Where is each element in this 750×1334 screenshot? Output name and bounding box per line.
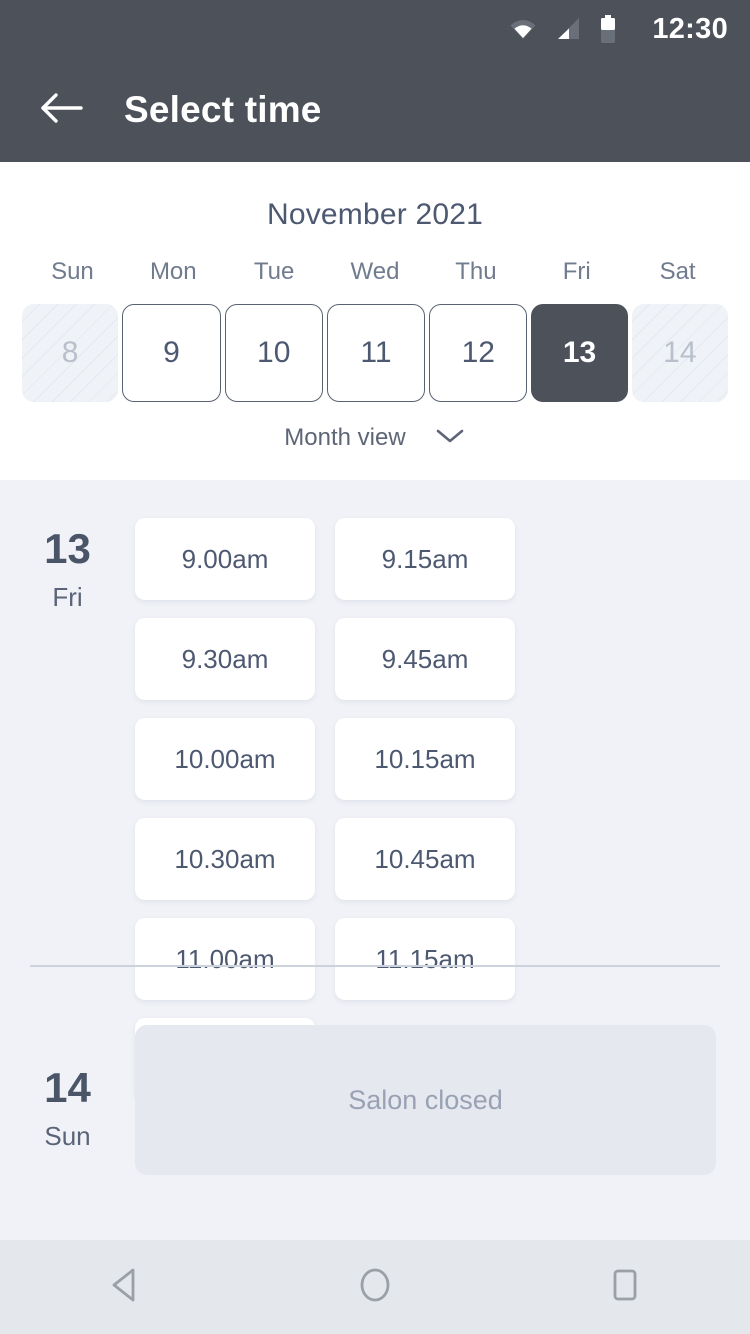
slot-grid: 9.00am 9.15am 9.30am 9.45am 10.00am 10.1… bbox=[135, 480, 750, 1118]
weekday-label: Fri bbox=[562, 258, 591, 285]
time-slot-button[interactable]: 9.30am bbox=[135, 618, 315, 700]
status-time: 12:30 bbox=[652, 12, 728, 45]
calendar-day-cell: 14 bbox=[631, 304, 728, 402]
time-slot-button[interactable]: 11.15am bbox=[335, 918, 515, 1000]
page-title: Select time bbox=[124, 89, 322, 130]
nav-recents-button[interactable] bbox=[570, 1240, 680, 1334]
status-bar: 12:30 bbox=[0, 0, 750, 58]
triangle-back-icon bbox=[108, 1266, 142, 1309]
calendar-day-cell[interactable]: 9 bbox=[122, 304, 221, 402]
time-slot-button[interactable]: 9.15am bbox=[335, 518, 515, 600]
month-view-toggle[interactable]: Month view bbox=[0, 424, 750, 452]
nav-back-button[interactable] bbox=[70, 1240, 180, 1334]
time-slot-button[interactable]: 10.15am bbox=[335, 718, 515, 800]
time-slot-button[interactable]: 9.00am bbox=[135, 518, 315, 600]
weekday-label: Mon bbox=[149, 258, 197, 285]
square-recents-icon bbox=[608, 1266, 642, 1309]
android-nav-bar bbox=[0, 1240, 750, 1334]
calendar-day-cell-selected[interactable]: 13 bbox=[531, 304, 628, 402]
time-slot-button[interactable]: 10.30am bbox=[135, 818, 315, 900]
closed-day-number: 14 bbox=[44, 1064, 91, 1111]
calendar-month-title: November 2021 bbox=[266, 198, 484, 231]
weekday-label: Thu bbox=[455, 258, 497, 285]
time-slot-button[interactable]: 9.45am bbox=[335, 618, 515, 700]
chevron-down-icon bbox=[434, 426, 466, 451]
slot-day-label: 13 Fri bbox=[0, 480, 135, 1118]
closed-day-label: 14 Sun bbox=[0, 1025, 135, 1175]
salon-closed-card: Salon closed bbox=[135, 1025, 716, 1175]
time-slot-button[interactable]: 11.00am bbox=[135, 918, 315, 1000]
closed-day-name: Sun bbox=[44, 1121, 91, 1151]
phone-screen: 12:30 Select time November 2021 Sun Mon … bbox=[0, 0, 750, 1334]
weekday-label: Sun bbox=[51, 258, 94, 285]
day-slot-group: 13 Fri 9.00am 9.15am 9.30am 9.45am 10.00… bbox=[0, 480, 750, 1118]
slot-day-name: Fri bbox=[52, 582, 83, 612]
calendar-day-row: 8 9 10 11 12 13 14 bbox=[0, 304, 750, 402]
app-bar: Select time bbox=[0, 58, 750, 162]
signal-icon bbox=[556, 16, 582, 42]
calendar-day-cell[interactable]: 11 bbox=[326, 304, 426, 402]
circle-home-icon bbox=[357, 1265, 393, 1310]
time-slot-button[interactable]: 10.00am bbox=[135, 718, 315, 800]
weekday-label: Wed bbox=[350, 258, 400, 285]
time-slot-button[interactable]: 10.45am bbox=[335, 818, 515, 900]
slot-day-number: 13 bbox=[44, 525, 91, 572]
arrow-left-icon bbox=[40, 92, 84, 129]
weekday-header-row: Sun Mon Tue Wed Thu Fri Sat bbox=[0, 258, 750, 286]
status-icon-group: 12:30 bbox=[508, 13, 728, 46]
time-slots-area: 13 Fri 9.00am 9.15am 9.30am 9.45am 10.00… bbox=[0, 480, 750, 1215]
weekday-label: Tue bbox=[253, 258, 295, 285]
calendar-panel: November 2021 Sun Mon Tue Wed Thu Fri Sa… bbox=[0, 162, 750, 480]
calendar-day-cell: 8 bbox=[22, 304, 119, 402]
month-view-label: Month view bbox=[284, 424, 406, 451]
wifi-icon bbox=[508, 16, 538, 42]
back-button[interactable] bbox=[24, 80, 100, 140]
calendar-day-cell[interactable]: 10 bbox=[224, 304, 323, 402]
weekday-label: Sat bbox=[659, 258, 696, 285]
nav-home-button[interactable] bbox=[320, 1240, 430, 1334]
section-divider bbox=[30, 965, 720, 967]
closed-day-group: 14 Sun Salon closed bbox=[0, 1025, 750, 1175]
calendar-day-cell[interactable]: 12 bbox=[429, 304, 528, 402]
battery-icon bbox=[600, 15, 616, 43]
